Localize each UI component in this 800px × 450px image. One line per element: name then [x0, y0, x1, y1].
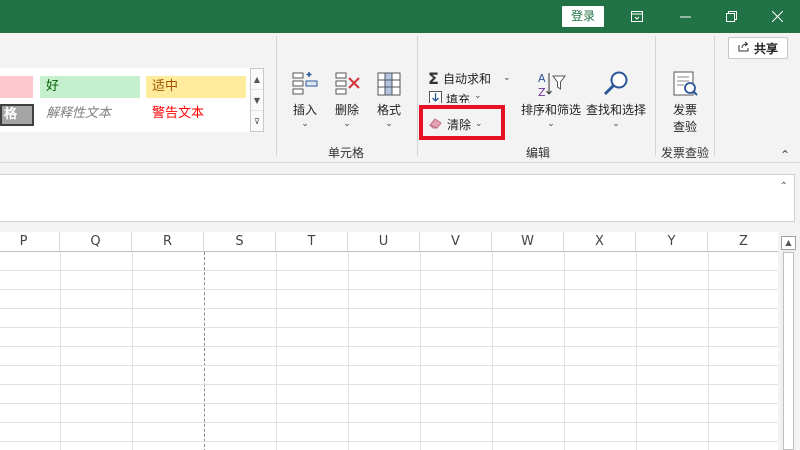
gridline: [276, 252, 277, 450]
gridline: [0, 289, 778, 290]
minimize-icon[interactable]: [662, 0, 708, 33]
close-icon[interactable]: [754, 0, 800, 33]
column-header-z[interactable]: Z: [708, 232, 778, 252]
vertical-scrollbar[interactable]: ▲: [781, 236, 796, 450]
formula-bar[interactable]: ⌃: [0, 174, 795, 222]
gridline: [60, 252, 61, 450]
invoice-check-icon: [671, 70, 699, 98]
chevron-down-icon: ⌄: [301, 119, 309, 129]
share-label: 共享: [753, 41, 778, 56]
gridline: [0, 365, 778, 366]
group-separator: [714, 36, 715, 156]
share-button[interactable]: 共享: [728, 37, 788, 59]
chevron-down-icon: ⌄: [474, 91, 482, 101]
group-separator: [276, 36, 277, 156]
style-neutral[interactable]: 适中: [146, 76, 246, 98]
gridline: [492, 252, 493, 450]
title-bar: 登录: [0, 0, 800, 33]
sort-filter-label: 排序和筛选: [520, 103, 581, 117]
sigma-icon: Σ: [428, 68, 439, 88]
svg-text:Z: Z: [538, 86, 546, 98]
insert-label: 插入: [292, 103, 317, 117]
column-header-s[interactable]: S: [204, 232, 276, 252]
style-explanatory-text[interactable]: 解释性文本: [40, 103, 140, 125]
insert-cells-icon: [291, 70, 319, 98]
invoice-check-button[interactable]: 发票 查验: [665, 70, 705, 135]
worksheet-grid[interactable]: P Q R S T U V W X Y Z: [0, 232, 778, 450]
gallery-up-icon[interactable]: ▲: [251, 69, 263, 90]
edit-group-label: 编辑: [525, 146, 550, 160]
collapse-ribbon-icon[interactable]: ⌃: [780, 148, 790, 162]
find-select-label: 查找和选择: [585, 103, 646, 117]
gridline: [0, 384, 778, 385]
chevron-down-icon: ⌄: [612, 119, 620, 129]
gallery-scroll[interactable]: ▲ ▼ ⊽: [250, 68, 264, 132]
gridline: [0, 308, 778, 309]
column-header-x[interactable]: X: [564, 232, 636, 252]
column-header-r[interactable]: R: [132, 232, 204, 252]
column-header-t[interactable]: T: [276, 232, 348, 252]
group-separator: [417, 36, 418, 156]
format-label: 格式: [376, 103, 401, 117]
find-select-button[interactable]: 查找和选择 ⌄: [584, 70, 648, 129]
fill-button[interactable]: 填充 ⌄: [429, 91, 482, 103]
chevron-down-icon: ⌄: [385, 119, 393, 129]
column-header-u[interactable]: U: [348, 232, 420, 252]
fill-label: 填充: [446, 93, 471, 103]
column-header-p[interactable]: P: [0, 232, 60, 252]
chevron-down-icon: ⌄: [343, 119, 351, 129]
autosum-button[interactable]: Σ 自动求和 ⌄: [428, 68, 511, 88]
scroll-thumb[interactable]: [783, 252, 794, 450]
clear-button-highlight: [419, 105, 505, 140]
gridline: [0, 422, 778, 423]
fill-down-icon: [429, 91, 442, 103]
sort-filter-button[interactable]: AZ 排序和筛选 ⌄: [516, 70, 586, 129]
column-header-q[interactable]: Q: [60, 232, 132, 252]
gridline: [0, 346, 778, 347]
gridline: [348, 252, 349, 450]
style-good[interactable]: 好: [40, 76, 140, 98]
column-header-w[interactable]: W: [492, 232, 564, 252]
restore-icon[interactable]: [708, 0, 754, 33]
share-icon: [738, 41, 750, 55]
scroll-up-icon[interactable]: ▲: [781, 236, 796, 250]
gallery-down-icon[interactable]: ▼: [251, 90, 263, 111]
style-bad[interactable]: [0, 76, 33, 98]
login-button[interactable]: 登录: [562, 6, 604, 27]
gallery-more-icon[interactable]: ⊽: [251, 111, 263, 132]
style-check-cell[interactable]: 格: [0, 104, 34, 126]
svg-text:A: A: [538, 72, 546, 85]
delete-cells-icon: [333, 70, 361, 98]
autosum-label: 自动求和: [442, 71, 491, 86]
gridline: [0, 327, 778, 328]
invoice-label-line2: 查验: [672, 120, 697, 134]
gridline: [132, 252, 133, 450]
ribbon-display-options-icon[interactable]: [614, 0, 660, 33]
insert-button[interactable]: 插入 ⌄: [285, 70, 325, 129]
style-warning-text[interactable]: 警告文本: [146, 103, 246, 125]
delete-label: 删除: [334, 103, 359, 117]
cells-group-label: 单元格: [327, 146, 364, 160]
format-button[interactable]: 格式 ⌄: [369, 70, 409, 129]
invoice-label-line1: 发票: [672, 103, 697, 117]
column-header-v[interactable]: V: [420, 232, 492, 252]
gridline: [0, 270, 778, 271]
gridline: [636, 252, 637, 450]
magnifier-icon: [602, 70, 630, 98]
gridline: [708, 252, 709, 450]
chevron-down-icon: ⌄: [547, 119, 555, 129]
gridline: [564, 252, 565, 450]
group-separator: [655, 36, 656, 156]
format-cells-icon: [375, 70, 403, 98]
gridline: [420, 252, 421, 450]
invoice-group-label: 发票查验: [660, 146, 709, 160]
sort-filter-icon: AZ: [537, 70, 566, 99]
gridline: [0, 403, 778, 404]
delete-button[interactable]: 删除 ⌄: [327, 70, 367, 129]
page-break-line: [204, 252, 205, 450]
chevron-down-icon: ⌄: [502, 73, 511, 83]
gridline: [0, 441, 778, 442]
chevron-up-icon[interactable]: ⌃: [780, 181, 788, 192]
column-header-y[interactable]: Y: [636, 232, 708, 252]
